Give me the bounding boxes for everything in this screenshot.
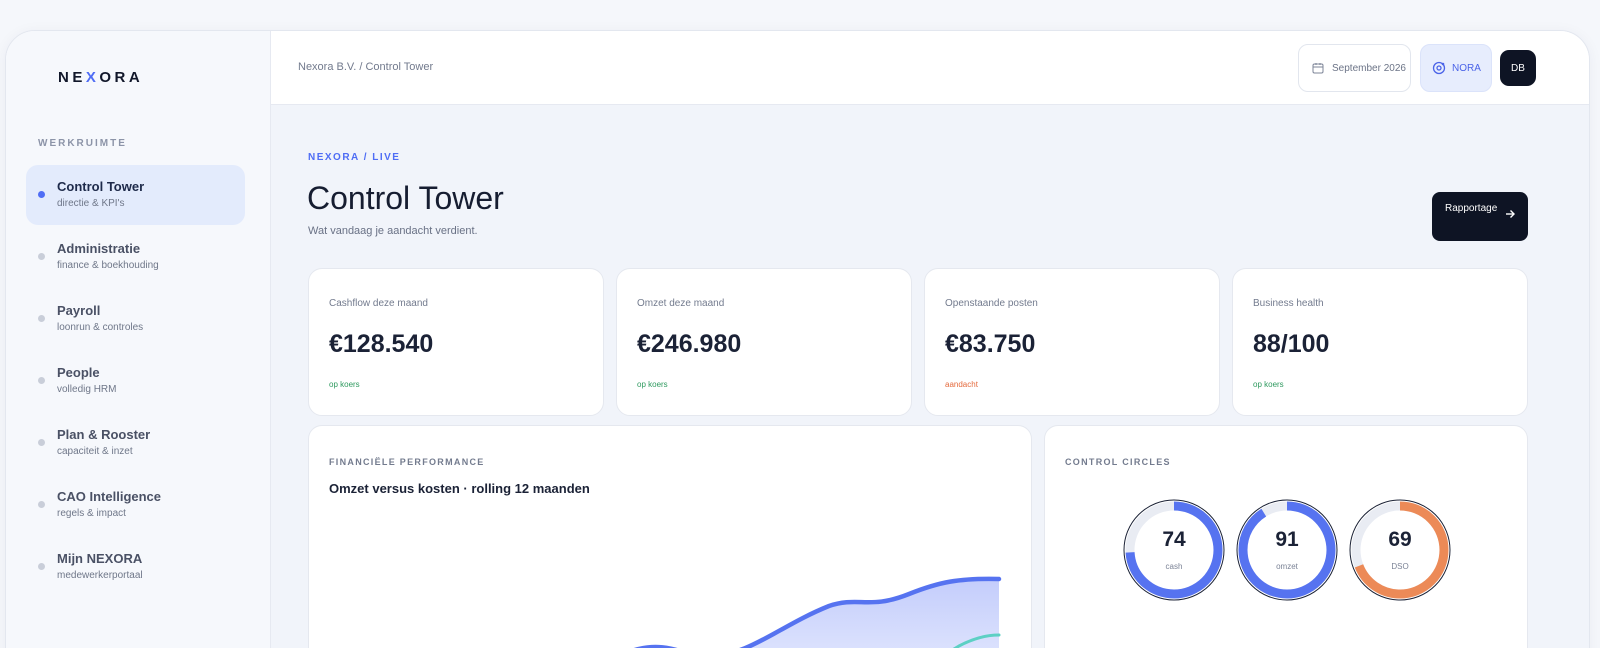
report-button[interactable]: Rapportage — [1432, 192, 1528, 241]
control-circles-panel: CONTROL CIRCLES 74 cash 91 omzet 69 DSO — [1044, 425, 1528, 648]
dot-icon — [38, 253, 45, 260]
ring-label: omzet — [1276, 562, 1298, 571]
breadcrumb: Nexora B.V. / Control Tower — [298, 61, 434, 73]
sidebar-item-people[interactable]: People volledig HRM — [26, 351, 245, 411]
revenue-area — [644, 578, 999, 648]
performance-panel: FINANCIËLE PERFORMANCE Omzet versus kost… — [308, 425, 1032, 648]
report-button-label: Rapportage — [1445, 203, 1498, 214]
sidebar-item-subtitle: regels & impact — [57, 508, 126, 519]
nexora-logo: NEXORA — [58, 69, 144, 86]
kpi-status: op koers — [329, 380, 360, 389]
sidebar-item-administratie[interactable]: Administratie finance & boekhouding — [26, 227, 245, 287]
kpi-label: Openstaande posten — [945, 298, 1038, 309]
sidebar-nav: Control Tower directie & KPI's Administr… — [26, 165, 245, 599]
nora-assistant-button[interactable]: NORA — [1420, 44, 1492, 92]
control-circles: 74 cash 91 omzet 69 DSO — [1122, 498, 1452, 602]
date-picker-button[interactable]: September 2026 — [1298, 44, 1411, 92]
sidebar-item-plan-rooster[interactable]: Plan & Rooster capaciteit & inzet — [26, 413, 245, 473]
kpi-status: aandacht — [945, 380, 978, 389]
sidebar-item-title: People — [57, 365, 100, 380]
kpi-value: €83.750 — [945, 330, 1036, 358]
kpi-card[interactable]: Cashflow deze maand €128.540 op koers — [308, 268, 604, 416]
workspace-label: WERKRUIMTE — [38, 138, 127, 149]
page-subtitle: Wat vandaag je aandacht verdient. — [308, 225, 478, 237]
kpi-value: €246.980 — [637, 330, 742, 358]
ring-value: 91 — [1275, 528, 1299, 551]
dot-icon — [38, 377, 45, 384]
date-label: September 2026 — [1332, 62, 1406, 74]
control-circle-dso[interactable]: 69 DSO — [1348, 498, 1452, 602]
sidebar-item-payroll[interactable]: Payroll loonrun & controles — [26, 289, 245, 349]
revenue-cost-chart — [633, 576, 1002, 648]
circles-eyebrow: CONTROL CIRCLES — [1065, 457, 1171, 467]
sidebar-item-title: CAO Intelligence — [57, 489, 162, 504]
dot-icon — [38, 563, 45, 570]
control-circle-omzet[interactable]: 91 omzet — [1235, 498, 1339, 602]
kpi-label: Business health — [1253, 298, 1324, 309]
sidebar-item-subtitle: loonrun & controles — [57, 322, 144, 333]
kpi-status: op koers — [637, 380, 668, 389]
sidebar: NEXORA WERKRUIMTE Control Tower directie… — [6, 31, 271, 648]
calendar-icon — [1312, 63, 1324, 74]
page-eyebrow: NEXORA / LIVE — [308, 152, 401, 163]
nora-label: NORA — [1452, 62, 1481, 74]
kpi-card[interactable]: Omzet deze maand €246.980 op koers — [616, 268, 912, 416]
ring-value: 69 — [1388, 528, 1412, 551]
arrow-right-icon — [1506, 210, 1515, 218]
ring-label: DSO — [1391, 562, 1409, 571]
active-dot-icon — [38, 191, 45, 198]
sidebar-item-title: Mijn NEXORA — [57, 551, 143, 566]
sidebar-item-title: Payroll — [57, 303, 101, 318]
app-window: NEXORA WERKRUIMTE Control Tower directie… — [5, 30, 1590, 648]
kpi-value: €128.540 — [329, 330, 434, 358]
sidebar-item-subtitle: finance & boekhouding — [57, 260, 159, 271]
dot-icon — [38, 315, 45, 322]
sidebar-item-cao-intelligence[interactable]: CAO Intelligence regels & impact — [26, 475, 245, 535]
sidebar-item-title: Administratie — [57, 241, 141, 256]
performance-title: Omzet versus kosten · rolling 12 maanden — [329, 481, 590, 496]
page-title: Control Tower — [307, 180, 504, 216]
nora-icon — [1432, 61, 1446, 75]
sidebar-item-title: Plan & Rooster — [57, 427, 151, 442]
sidebar-item-control-tower[interactable]: Control Tower directie & KPI's — [26, 165, 245, 225]
user-avatar[interactable]: DB — [1500, 50, 1536, 86]
kpi-status: op koers — [1253, 380, 1284, 389]
dot-icon — [38, 501, 45, 508]
kpi-label: Omzet deze maand — [637, 298, 725, 309]
kpi-card[interactable]: Business health 88/100 op koers — [1232, 268, 1528, 416]
kpi-row: Cashflow deze maand €128.540 op koers Om… — [308, 268, 1528, 416]
sidebar-item-subtitle: medewerkerportaal — [57, 570, 143, 581]
sidebar-item-subtitle: volledig HRM — [57, 384, 117, 395]
sidebar-item-subtitle: capaciteit & inzet — [57, 446, 133, 457]
sidebar-item-subtitle: directie & KPI's — [57, 198, 125, 209]
ring-value: 74 — [1162, 528, 1186, 551]
kpi-card[interactable]: Openstaande posten €83.750 aandacht — [924, 268, 1220, 416]
ring-label: cash — [1165, 562, 1183, 571]
main-content: Nexora B.V. / Control Tower September 20… — [271, 31, 1589, 648]
sidebar-item-title: Control Tower — [57, 179, 145, 194]
performance-eyebrow: FINANCIËLE PERFORMANCE — [329, 457, 485, 467]
kpi-label: Cashflow deze maand — [329, 298, 428, 309]
sidebar-item-mijn-nexora[interactable]: Mijn NEXORA medewerkerportaal — [26, 537, 245, 597]
top-bar: Nexora B.V. / Control Tower September 20… — [271, 31, 1589, 105]
kpi-value: 88/100 — [1253, 330, 1330, 358]
dot-icon — [38, 439, 45, 446]
control-circle-cash[interactable]: 74 cash — [1122, 498, 1226, 602]
